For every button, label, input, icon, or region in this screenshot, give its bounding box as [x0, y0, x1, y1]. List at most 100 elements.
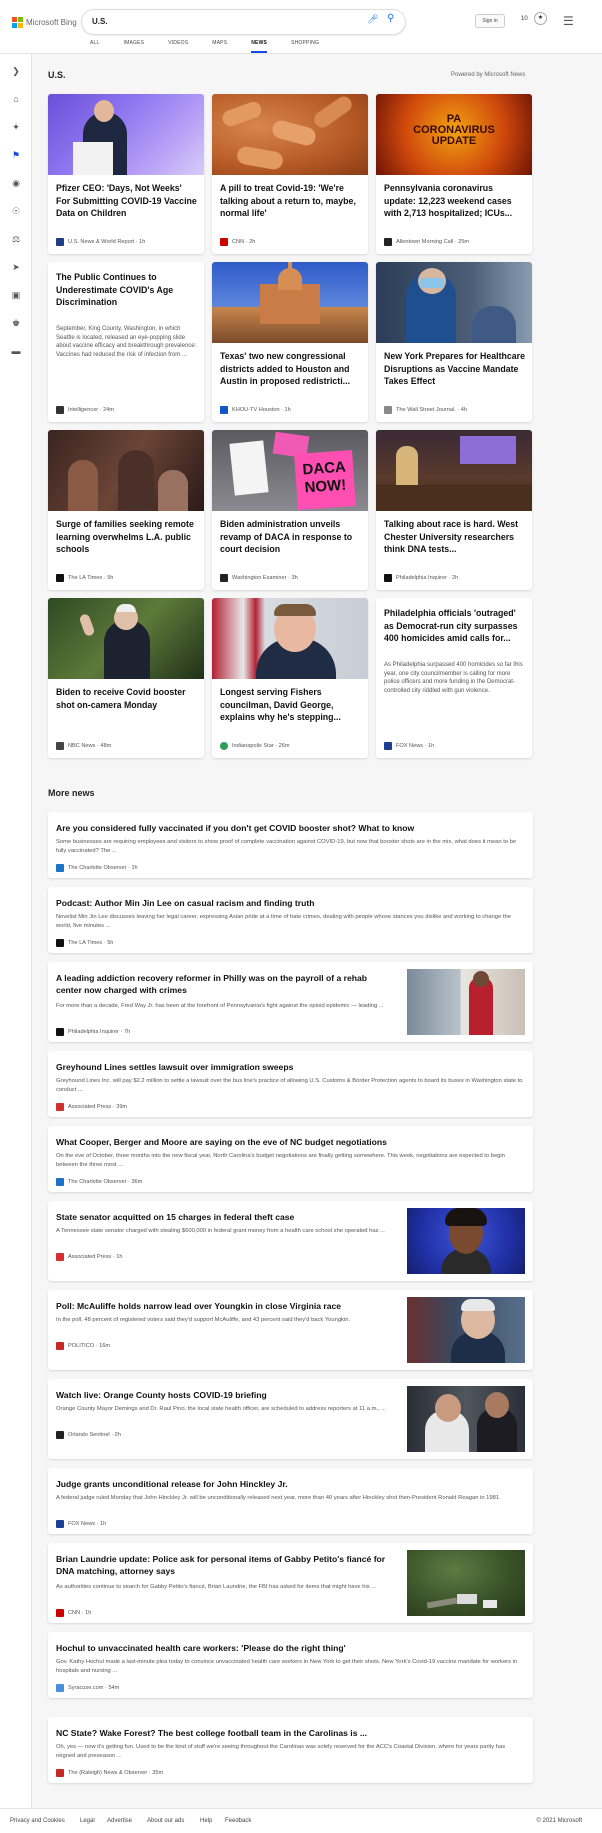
card-title[interactable]: Talking about race is hard. West Chester…	[384, 518, 525, 556]
home-icon[interactable]: ⌂	[9, 92, 23, 106]
card-title[interactable]: Philadelphia officials 'outraged' as Dem…	[384, 607, 525, 645]
article-thumbnail	[407, 969, 525, 1035]
footer-link-feedback[interactable]: Feedback	[225, 1818, 251, 1824]
news-list-item[interactable]: Watch live: Orange County hosts COVID-19…	[48, 1379, 533, 1459]
news-card[interactable]: Biden to receive Covid booster shot on-c…	[48, 598, 204, 758]
card-source: Intelligencer · 24m	[56, 406, 114, 414]
microphone-icon[interactable]: 🎤︎	[367, 14, 378, 25]
footer-link-legal[interactable]: Legal	[80, 1818, 95, 1824]
card-title[interactable]: Pfizer CEO: 'Days, Not Weeks' For Submit…	[56, 182, 197, 220]
article-source: POLITICO · 16m	[56, 1342, 110, 1350]
tab-images[interactable]: IMAGES	[124, 40, 145, 53]
footer-link-privacy[interactable]: Privacy and Cookies	[10, 1818, 65, 1824]
film-icon[interactable]: ▣	[9, 288, 23, 302]
article-snippet: Novelist Min Jin Lee discusses leaving h…	[56, 914, 511, 929]
search-icon[interactable]: ⚲	[387, 13, 394, 24]
card-title[interactable]: Surge of families seeking remote learnin…	[56, 518, 197, 556]
location-icon[interactable]: ◉	[9, 176, 23, 190]
article-title[interactable]: Greyhound Lines settles lawsuit over imm…	[56, 1061, 524, 1073]
article-image	[376, 262, 532, 343]
news-card[interactable]: A pill to treat Covid-19: 'We're talking…	[212, 94, 368, 254]
article-title[interactable]: Poll: McAuliffe holds narrow lead over Y…	[56, 1300, 386, 1312]
news-card[interactable]: PA CORONAVIRUS UPDATE Pennsylvania coronav…	[376, 94, 532, 254]
article-title[interactable]: Podcast: Author Min Jin Lee on casual ra…	[56, 897, 524, 909]
card-title[interactable]: The Public Continues to Underestimate CO…	[56, 271, 197, 309]
news-card[interactable]: Talking about race is hard. West Chester…	[376, 430, 532, 590]
rocket-icon[interactable]: ➤	[9, 260, 23, 274]
flag-icon[interactable]: ⚑	[9, 148, 23, 162]
article-snippet: Oh, yes — now it's getting fun. Used to …	[56, 1744, 506, 1759]
tab-videos[interactable]: VIDEOS	[168, 40, 188, 53]
footer-link-about-ads[interactable]: About our ads	[147, 1818, 184, 1824]
copyright: © 2021 Microsoft	[536, 1818, 582, 1824]
news-list-item[interactable]: Greyhound Lines settles lawsuit over imm…	[48, 1051, 533, 1117]
article-snippet: On the eve of October, three months into…	[56, 1153, 505, 1168]
article-title[interactable]: NC State? Wake Forest? The best college …	[56, 1727, 524, 1739]
news-list-item[interactable]: Brian Laundrie update: Police ask for pe…	[48, 1543, 533, 1623]
news-card[interactable]: Surge of families seeking remote learnin…	[48, 430, 204, 590]
news-card[interactable]: New York Prepares for Healthcare Disrupt…	[376, 262, 532, 422]
globe-icon[interactable]: ☉	[9, 204, 23, 218]
news-list-item[interactable]: NC State? Wake Forest? The best college …	[48, 1717, 533, 1783]
tab-shopping[interactable]: SHOPPING	[291, 40, 319, 53]
news-card[interactable]: Philadelphia officials 'outraged' as Dem…	[376, 598, 532, 758]
article-title[interactable]: Judge grants unconditional release for J…	[56, 1478, 524, 1490]
article-snippet: Gov. Kathy Hochul made a last-minute ple…	[56, 1659, 518, 1674]
article-title[interactable]: Watch live: Orange County hosts COVID-19…	[56, 1389, 386, 1401]
rewards-trophy-icon[interactable]: ★	[534, 12, 547, 25]
article-image	[212, 94, 368, 175]
card-source: The Wall Street Journal. · 4h	[384, 406, 467, 414]
chevron-right-icon[interactable]: ❯	[9, 64, 23, 78]
source-logo-icon	[56, 1520, 64, 1528]
tab-maps[interactable]: MAPS	[212, 40, 227, 53]
tab-news[interactable]: NEWS	[251, 40, 268, 53]
news-card[interactable]: Pfizer CEO: 'Days, Not Weeks' For Submit…	[48, 94, 204, 254]
article-title[interactable]: Are you considered fully vaccinated if y…	[56, 822, 524, 834]
article-snippet: Orange County Mayor Demings and Dr. Raul…	[56, 1406, 387, 1412]
news-card[interactable]: Longest serving Fishers councilman, Davi…	[212, 598, 368, 758]
footer-link-help[interactable]: Help	[200, 1818, 212, 1824]
scale-icon[interactable]: ⚖	[9, 232, 23, 246]
bing-logo[interactable]: Microsoft Bing	[12, 15, 77, 29]
article-source: CNN · 1h	[56, 1609, 91, 1617]
article-title[interactable]: What Cooper, Berger and Moore are saying…	[56, 1136, 524, 1148]
news-list-item[interactable]: Judge grants unconditional release for J…	[48, 1468, 533, 1534]
card-title[interactable]: Biden to receive Covid booster shot on-c…	[56, 686, 197, 711]
article-title[interactable]: Brian Laundrie update: Police ask for pe…	[56, 1553, 391, 1577]
news-list-item[interactable]: Hochul to unvaccinated health care worke…	[48, 1632, 533, 1698]
news-list-item[interactable]: Are you considered fully vaccinated if y…	[48, 812, 533, 878]
article-source: Orlando Sentinel · 2h	[56, 1431, 121, 1439]
sparkle-icon[interactable]: ✦	[9, 120, 23, 134]
card-title[interactable]: Longest serving Fishers councilman, Davi…	[220, 686, 361, 724]
news-list-item[interactable]: Poll: McAuliffe holds narrow lead over Y…	[48, 1290, 533, 1370]
news-card[interactable]: DACA NOW! Biden administration unveils re…	[212, 430, 368, 590]
news-card[interactable]: Texas' two new congressional districts a…	[212, 262, 368, 422]
news-list-item[interactable]: What Cooper, Berger and Moore are saying…	[48, 1126, 533, 1192]
search-input[interactable]: U.S.	[82, 10, 405, 34]
card-title[interactable]: Pennsylvania coronavirus update: 12,223 …	[384, 182, 525, 220]
brand-name: Microsoft Bing	[26, 17, 77, 27]
card-title[interactable]: Biden administration unveils revamp of D…	[220, 518, 361, 556]
news-list-item[interactable]: State senator acquitted on 15 charges in…	[48, 1201, 533, 1281]
bank-icon[interactable]: ♚	[9, 316, 23, 330]
source-logo-icon	[220, 238, 228, 246]
card-title[interactable]: Texas' two new congressional districts a…	[220, 350, 361, 388]
article-snippet: In the poll, 48 percent of registered vo…	[56, 1317, 351, 1323]
tab-all[interactable]: ALL	[90, 40, 100, 53]
sign-in-button[interactable]: Sign in	[475, 14, 505, 28]
article-title[interactable]: State senator acquitted on 15 charges in…	[56, 1211, 386, 1223]
article-title[interactable]: Hochul to unvaccinated health care worke…	[56, 1642, 524, 1654]
rewards-points[interactable]: 10	[521, 16, 528, 22]
article-title[interactable]: A leading addiction recovery reformer in…	[56, 972, 386, 996]
card-title[interactable]: New York Prepares for Healthcare Disrupt…	[384, 350, 525, 388]
news-list-item[interactable]: Podcast: Author Min Jin Lee on casual ra…	[48, 887, 533, 953]
card-snippet: As Philadelphia surpassed 400 homicides …	[384, 662, 523, 694]
news-list-item[interactable]: A leading addiction recovery reformer in…	[48, 962, 533, 1042]
powered-by-label: Powered by Microsoft News	[451, 72, 526, 78]
news-card[interactable]: The Public Continues to Underestimate CO…	[48, 262, 204, 422]
card-icon[interactable]: ▬	[9, 344, 23, 358]
card-title[interactable]: A pill to treat Covid-19: 'We're talking…	[220, 182, 361, 220]
menu-icon[interactable]: ☰	[563, 14, 574, 28]
footer-link-advertise[interactable]: Advertise	[107, 1818, 132, 1824]
article-thumbnail	[407, 1386, 525, 1452]
